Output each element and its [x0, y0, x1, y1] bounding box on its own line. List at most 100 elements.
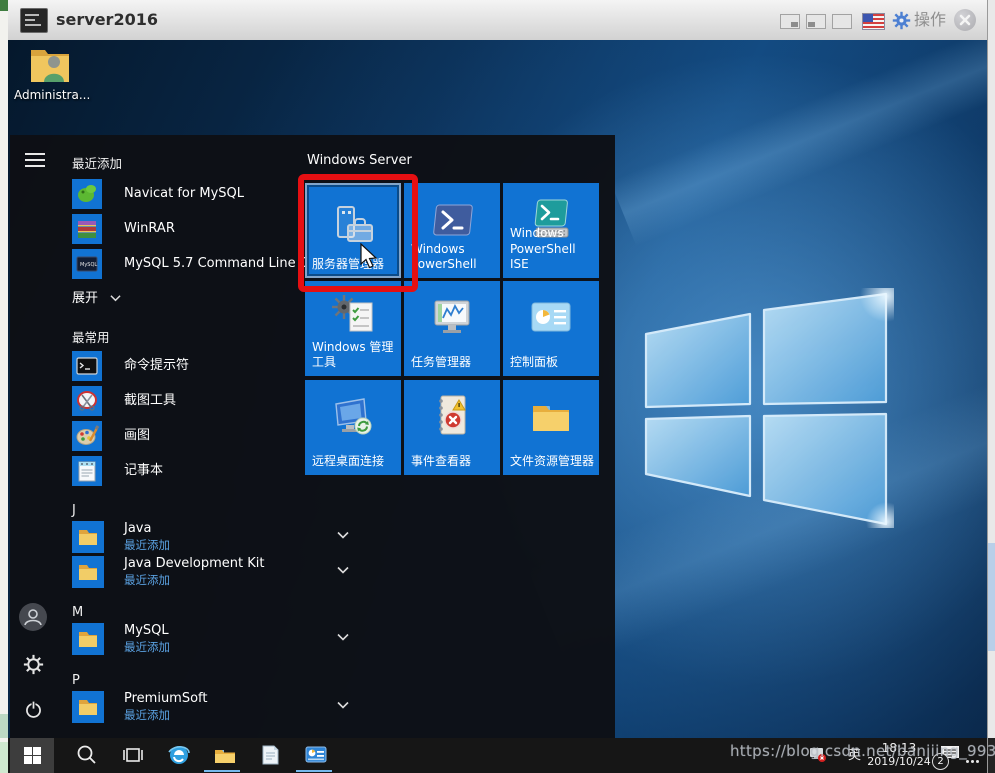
chevron-down-icon[interactable]: [337, 566, 349, 574]
powershell-icon: [429, 201, 475, 241]
admin-tools-icon: [330, 293, 376, 337]
folder-icon: [72, 623, 104, 655]
gear-icon[interactable]: [892, 11, 911, 30]
tile-remote-desktop[interactable]: 远程桌面连接: [305, 380, 401, 475]
remote-desktop-icon: [330, 394, 376, 438]
folder-title: Java Development Kit: [124, 556, 264, 571]
keyboard-layout-icon[interactable]: [862, 13, 885, 30]
screen: server2016 操作: [0, 0, 995, 773]
host-fragment: [0, 0, 8, 11]
menu-item-label: Navicat for MySQL: [124, 179, 244, 209]
alpha-letter-j[interactable]: J: [72, 503, 76, 518]
tile-label: 任务管理器: [411, 355, 495, 371]
tile-windows-powershell[interactable]: Windows PowerShell: [404, 183, 500, 278]
vm-console-window: server2016 操作: [8, 0, 988, 773]
menu-item-snipping-tool[interactable]: 截图工具: [72, 386, 322, 416]
event-viewer-icon: [429, 392, 475, 438]
task-view-icon[interactable]: [121, 743, 145, 767]
search-icon[interactable]: [75, 743, 99, 767]
vm-desktop[interactable]: Administra...: [8, 40, 987, 738]
desktop-icon-administrator[interactable]: Administra...: [14, 44, 86, 118]
close-icon[interactable]: [954, 9, 976, 31]
menu-item-label: 截图工具: [124, 386, 176, 416]
internet-explorer-icon[interactable]: [167, 743, 191, 767]
notepad-icon: [72, 456, 102, 486]
tile-label: 文件资源管理器: [510, 454, 594, 470]
folder-subtitle: 最近添加: [124, 639, 170, 655]
power-icon[interactable]: [23, 699, 44, 720]
settings-gear-icon[interactable]: [23, 654, 44, 675]
console-view-button-2[interactable]: [806, 14, 826, 29]
vm-console-titlebar[interactable]: server2016 操作: [8, 0, 987, 41]
tile-label: 远程桌面连接: [312, 454, 396, 470]
chevron-down-icon: [110, 294, 121, 302]
alpha-letter-p[interactable]: P: [72, 673, 80, 688]
folder-title: Java: [124, 521, 151, 536]
winrar-icon: [72, 214, 102, 244]
actions-menu-button[interactable]: 操作: [914, 0, 946, 40]
start-button[interactable]: [10, 738, 54, 773]
menu-item-mysql-cli[interactable]: MySQL MySQL 5.7 Command Line Client: [72, 249, 322, 279]
menu-item-label: WinRAR: [124, 214, 175, 244]
menu-item-command-prompt[interactable]: 命令提示符: [72, 351, 322, 381]
menu-item-label: 命令提示符: [124, 351, 189, 381]
tile-admin-tools[interactable]: Windows 管理工具: [305, 281, 401, 376]
tile-event-viewer[interactable]: 事件查看器: [404, 380, 500, 475]
tile-label: Windows 管理工具: [312, 340, 396, 371]
tile-control-panel[interactable]: 控制面板: [503, 281, 599, 376]
file-explorer-icon: [528, 398, 574, 436]
alpha-letter-m[interactable]: M: [72, 605, 83, 620]
tile-windows-powershell-ise[interactable]: Windows PowerShell ISE: [503, 183, 599, 278]
menu-item-label: 画图: [124, 421, 150, 451]
file-explorer-taskbar-icon[interactable]: [213, 743, 237, 767]
most-used-header: 最常用: [72, 327, 110, 346]
tile-task-manager[interactable]: 任务管理器: [404, 281, 500, 376]
folder-icon: [72, 521, 104, 553]
windows-logo-wallpaper: [638, 288, 894, 528]
folder-title: MySQL: [124, 623, 169, 638]
console-view-button-3[interactable]: [832, 14, 852, 29]
menu-item-paint[interactable]: 画图: [72, 421, 322, 451]
server-manager-taskbar-icon[interactable]: [304, 743, 328, 767]
paint-icon: [72, 421, 102, 451]
expand-label: 展开: [72, 291, 98, 306]
menu-folder-mysql[interactable]: MySQL 最近添加: [72, 623, 302, 657]
navicat-icon: [72, 179, 102, 209]
chevron-down-icon[interactable]: [337, 633, 349, 641]
chevron-down-icon[interactable]: [337, 701, 349, 709]
menu-item-notepad[interactable]: 记事本: [72, 456, 322, 486]
console-view-button-1[interactable]: [780, 14, 800, 29]
notepad-taskbar-icon[interactable]: [258, 743, 282, 767]
host-fragment: [987, 543, 995, 651]
host-fragment: [0, 714, 8, 738]
task-manager-icon: [429, 297, 475, 339]
tile-group-header: Windows Server: [307, 153, 412, 168]
running-indicator: [296, 770, 332, 772]
tile-label: Windows PowerShell ISE: [510, 226, 594, 273]
menu-item-label: 记事本: [124, 456, 163, 486]
menu-folder-jdk[interactable]: Java Development Kit 最近添加: [72, 556, 302, 590]
csdn-watermark: https://blog.csdn.net/banjiing_993: [730, 742, 995, 760]
console-app-icon: [20, 8, 48, 33]
menu-folder-java[interactable]: Java 最近添加: [72, 521, 302, 555]
menu-item-winrar[interactable]: WinRAR: [72, 214, 322, 244]
menu-item-navicat[interactable]: Navicat for MySQL: [72, 179, 322, 209]
running-indicator: [204, 770, 240, 772]
folder-subtitle: 最近添加: [124, 707, 170, 723]
tile-label: Windows PowerShell: [411, 242, 495, 273]
menu-folder-premiumsoft[interactable]: PremiumSoft 最近添加: [72, 691, 302, 725]
expand-toggle[interactable]: 展开: [72, 287, 121, 306]
snipping-tool-icon: [72, 386, 102, 416]
hamburger-menu-icon[interactable]: [25, 153, 45, 167]
host-desktop-right-sliver: [987, 0, 995, 773]
recent-added-header: 最近添加: [72, 153, 122, 172]
mysql-cli-icon: MySQL: [72, 249, 102, 279]
host-desktop-left-sliver: [0, 0, 8, 773]
chevron-down-icon[interactable]: [337, 531, 349, 539]
host-fragment: [0, 742, 8, 773]
folder-icon: [72, 556, 104, 588]
user-avatar[interactable]: [19, 603, 47, 631]
tile-file-explorer[interactable]: 文件资源管理器: [503, 380, 599, 475]
highlight-annotation-box: [298, 174, 418, 292]
window-title: server2016: [56, 0, 158, 40]
